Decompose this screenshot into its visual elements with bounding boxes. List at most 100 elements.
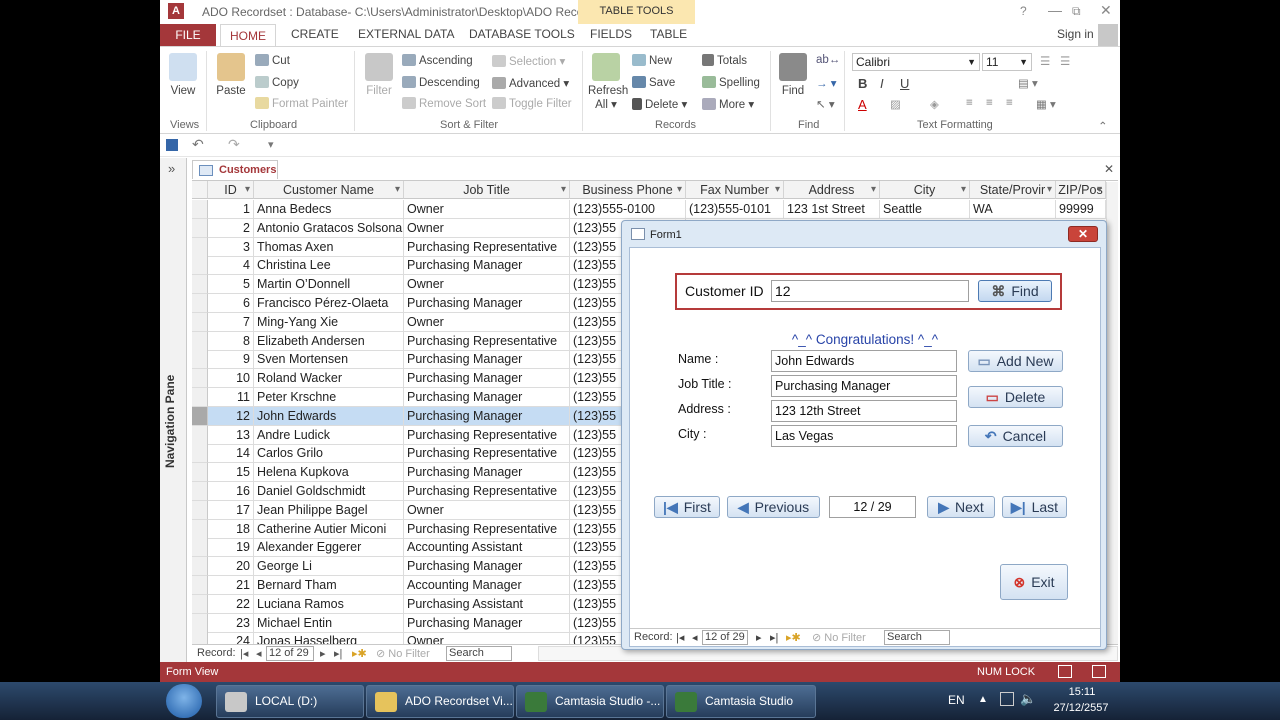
table-cell[interactable]: 22: [208, 594, 254, 614]
refresh-all-button[interactable]: Refresh All ▾: [588, 53, 628, 111]
form-close-button[interactable]: ✕: [1068, 226, 1098, 242]
row-selector[interactable]: [192, 613, 208, 633]
tab-table[interactable]: TABLE: [650, 27, 687, 41]
table-cell[interactable]: Antonio Gratacos Solsona: [254, 218, 404, 238]
table-cell[interactable]: Purchasing Manager: [404, 613, 570, 633]
previous-record-icon[interactable]: ◂: [256, 647, 262, 660]
table-cell[interactable]: 20: [208, 557, 254, 577]
expand-nav-icon[interactable]: »: [168, 161, 175, 176]
table-cell[interactable]: 1: [208, 200, 254, 219]
taskbar-item[interactable]: ADO Recordset Vi...: [366, 685, 514, 718]
close-document-icon[interactable]: ✕: [1104, 162, 1114, 176]
tab-customers[interactable]: Customers: [192, 160, 278, 179]
tab-fields[interactable]: FIELDS: [590, 27, 632, 41]
spelling-button[interactable]: Spelling: [702, 76, 760, 89]
more-button[interactable]: More ▾: [702, 97, 754, 111]
row-selector[interactable]: [192, 350, 208, 370]
form-search-field[interactable]: Search: [884, 630, 950, 645]
toggle-filter-button[interactable]: Toggle Filter: [492, 97, 572, 110]
table-cell[interactable]: Elizabeth Andersen: [254, 331, 404, 351]
table-cell[interactable]: Helena Kupkova: [254, 463, 404, 483]
table-cell[interactable]: Purchasing Representative: [404, 482, 570, 501]
help-icon[interactable]: ?: [1020, 4, 1027, 18]
select-all-corner[interactable]: [192, 181, 208, 199]
next-record-icon[interactable]: ▸: [320, 647, 326, 660]
numbering-icon[interactable]: ☰: [1060, 54, 1070, 68]
column-header[interactable]: ID ▾: [208, 181, 254, 199]
redo-icon[interactable]: ↷: [228, 136, 240, 153]
row-selector[interactable]: [192, 331, 208, 351]
paste-button[interactable]: Paste: [216, 53, 246, 97]
totals-button[interactable]: Totals: [702, 54, 747, 67]
cancel-button[interactable]: ↶ Cancel: [968, 425, 1063, 447]
chevron-down-icon[interactable]: ▾: [1047, 181, 1052, 198]
table-cell[interactable]: 12: [208, 406, 254, 426]
row-selector[interactable]: [192, 500, 208, 520]
chevron-down-icon[interactable]: ▾: [245, 181, 250, 198]
volume-icon[interactable]: 🔈: [1020, 691, 1036, 707]
table-cell[interactable]: (123)555-0101: [686, 200, 784, 219]
table-cell[interactable]: Purchasing Representative: [404, 444, 570, 464]
clock-time[interactable]: 15:11: [1058, 686, 1106, 698]
table-cell[interactable]: 24: [208, 632, 254, 644]
current-record-field[interactable]: 12 of 29: [266, 646, 314, 661]
row-selector[interactable]: [192, 388, 208, 407]
city-input[interactable]: Las Vegas: [771, 425, 957, 447]
table-cell[interactable]: Owner: [404, 500, 570, 520]
row-selector[interactable]: [192, 632, 208, 644]
table-cell[interactable]: 7: [208, 312, 254, 332]
clock-date[interactable]: 27/12/2557: [1048, 702, 1114, 714]
table-cell[interactable]: 19: [208, 538, 254, 558]
table-cell[interactable]: 23: [208, 613, 254, 633]
column-header[interactable]: Address ▾: [784, 181, 880, 199]
first-record-icon[interactable]: |◂: [240, 647, 248, 660]
new-record-button[interactable]: New: [632, 54, 672, 67]
row-selector[interactable]: [192, 275, 208, 295]
network-icon[interactable]: [1000, 692, 1014, 706]
search-field[interactable]: Search: [446, 646, 512, 661]
last-record-icon[interactable]: ▸|: [770, 631, 778, 644]
close-button[interactable]: ✕: [1100, 2, 1112, 19]
italic-button[interactable]: I: [880, 76, 884, 91]
vertical-scrollbar[interactable]: [1106, 182, 1118, 644]
row-selector[interactable]: [192, 369, 208, 389]
previous-record-icon[interactable]: ◂: [692, 631, 698, 644]
chevron-down-icon[interactable]: ▾: [561, 181, 566, 198]
design-view-icon[interactable]: [1092, 665, 1106, 678]
row-selector[interactable]: [192, 538, 208, 558]
table-cell[interactable]: 9: [208, 350, 254, 370]
underline-button[interactable]: U: [900, 76, 909, 91]
table-cell[interactable]: Accounting Assistant: [404, 538, 570, 558]
table-cell[interactable]: 6: [208, 294, 254, 313]
no-filter-button[interactable]: ⊘ No Filter: [376, 647, 430, 660]
table-cell[interactable]: Purchasing Representative: [404, 425, 570, 445]
sign-in-link[interactable]: Sign in: [1057, 27, 1094, 41]
bullets-icon[interactable]: ☰: [1040, 54, 1050, 68]
table-cell[interactable]: Purchasing Manager: [404, 294, 570, 313]
taskbar-item[interactable]: LOCAL (D:): [216, 685, 364, 718]
table-cell[interactable]: 2: [208, 218, 254, 238]
column-header[interactable]: Fax Number ▾: [686, 181, 784, 199]
find-customer-button[interactable]: ⌘ Find: [978, 280, 1052, 302]
avatar[interactable]: [1098, 24, 1118, 46]
table-cell[interactable]: Purchasing Manager: [404, 388, 570, 407]
new-record-icon[interactable]: ▸✱: [786, 631, 801, 644]
table-cell[interactable]: 17: [208, 500, 254, 520]
table-cell[interactable]: Francisco Pérez-Olaeta: [254, 294, 404, 313]
table-cell[interactable]: Roland Wacker: [254, 369, 404, 389]
table-cell[interactable]: 8: [208, 331, 254, 351]
ascending-button[interactable]: Ascending: [402, 54, 473, 67]
last-record-icon[interactable]: ▸|: [334, 647, 342, 660]
taskbar-item[interactable]: Camtasia Studio: [666, 685, 816, 718]
row-selector[interactable]: [192, 425, 208, 445]
column-header[interactable]: State/Provir ▾: [970, 181, 1056, 199]
table-cell[interactable]: Owner: [404, 218, 570, 238]
table-cell[interactable]: Sven Mortensen: [254, 350, 404, 370]
column-header[interactable]: City ▾: [880, 181, 970, 199]
replace-icon[interactable]: ab↔: [816, 54, 840, 66]
name-input[interactable]: John Edwards: [771, 350, 957, 372]
table-cell[interactable]: Anna Bedecs: [254, 200, 404, 219]
table-cell[interactable]: Carlos Grilo: [254, 444, 404, 464]
table-cell[interactable]: 99999: [1056, 200, 1106, 219]
row-selector[interactable]: [192, 519, 208, 539]
